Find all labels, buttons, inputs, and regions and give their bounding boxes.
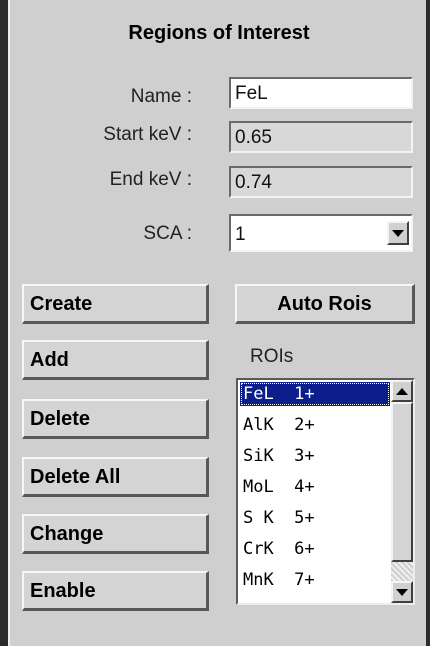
roi-panel: Regions of Interest Name : FeL Start keV…: [8, 0, 426, 646]
roi-list-item[interactable]: S K 5+: [240, 506, 390, 530]
scroll-thumb[interactable]: [391, 402, 413, 562]
name-label: Name :: [130, 86, 192, 107]
sca-dropdown-button[interactable]: [387, 221, 409, 245]
chevron-down-icon: [392, 229, 404, 237]
roi-list-item[interactable]: CrK 6+: [240, 537, 390, 561]
sca-label: SCA :: [143, 223, 192, 244]
scroll-up-button[interactable]: [391, 380, 413, 402]
start-kev-label: Start keV :: [103, 124, 192, 145]
roi-list-item[interactable]: MnK 7+: [240, 568, 390, 592]
roi-list-item[interactable]: SiK 3+: [240, 444, 390, 468]
panel-title: Regions of Interest: [128, 22, 310, 44]
rois-label: ROIs: [250, 346, 294, 367]
rois-scrollbar[interactable]: [391, 380, 413, 603]
create-button[interactable]: Create: [22, 284, 209, 324]
auto-rois-button[interactable]: Auto Rois: [235, 284, 415, 324]
start-kev-field[interactable]: 0.65: [229, 121, 413, 153]
change-button[interactable]: Change: [22, 514, 209, 554]
chevron-up-icon: [396, 387, 408, 395]
enable-button[interactable]: Enable: [22, 571, 209, 611]
scroll-down-button[interactable]: [391, 581, 413, 603]
roi-list-item[interactable]: MoL 4+: [240, 475, 390, 499]
add-button[interactable]: Add: [22, 340, 209, 380]
delete-button[interactable]: Delete: [22, 399, 209, 439]
chevron-down-icon: [396, 588, 408, 596]
sca-select[interactable]: 1: [229, 214, 413, 252]
end-kev-field[interactable]: 0.74: [229, 166, 413, 198]
end-kev-label: End keV :: [109, 169, 192, 190]
roi-list-item[interactable]: AlK 2+: [240, 413, 390, 437]
sca-value: 1: [235, 224, 246, 245]
roi-list-item[interactable]: FeL 1+: [240, 382, 390, 406]
rois-list[interactable]: FeL 1+ AlK 2+ SiK 3+ MoL 4+ S K 5+ CrK 6+ MnK …: [236, 378, 415, 605]
delete-all-button[interactable]: Delete All: [22, 457, 209, 497]
scroll-track[interactable]: [391, 562, 413, 581]
name-field[interactable]: FeL: [229, 77, 413, 109]
